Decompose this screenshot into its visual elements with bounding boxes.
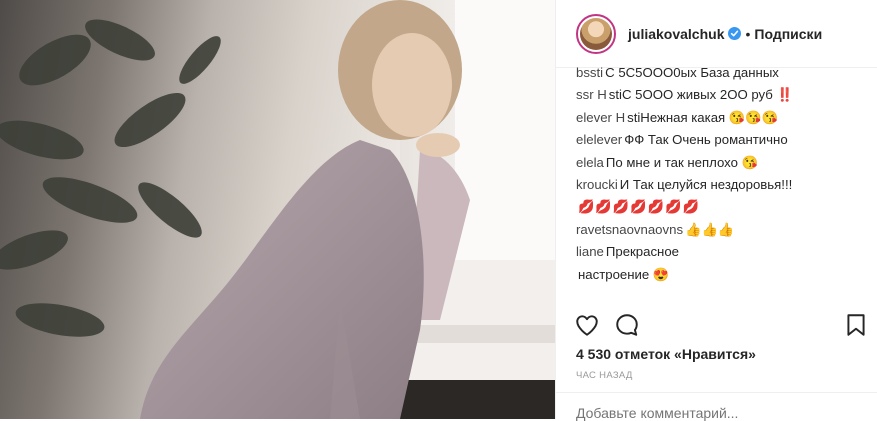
comment-username[interactable]: elever Н xyxy=(576,110,625,125)
comment-text: stiНежная какая 😘😘😘 xyxy=(627,109,779,125)
comment-item: elelever ФФ Так Очень романтично xyxy=(576,129,866,151)
comment-item: elever НstiНежная какая 😘😘😘 xyxy=(576,107,866,129)
comment-username[interactable]: kroucki xyxy=(576,177,618,192)
comment-item: ravetsnaovnaovns 👍👍👍 xyxy=(576,219,866,241)
header-separator: • xyxy=(745,25,751,42)
comment-item: ssr НstiС 5ООО живых 2ОО руб ‼️ xyxy=(576,84,866,106)
comment-text: ФФ Так Очень романтично xyxy=(624,132,788,148)
comment-text: 💋💋💋💋💋💋💋 xyxy=(578,199,700,215)
comment-icon[interactable] xyxy=(614,312,640,343)
following-button[interactable]: Подписки xyxy=(754,26,822,42)
comment-text: И Так целуйся нездоровья!!! xyxy=(619,177,793,193)
comment-text: 👍👍👍 xyxy=(685,221,735,237)
comment-text: Прекрасное xyxy=(605,244,680,260)
post-header: juliakovalchuk • Подписки xyxy=(556,0,877,68)
heart-icon[interactable] xyxy=(574,312,600,343)
post-timestamp[interactable]: ЧАС НАЗАД xyxy=(576,370,633,381)
comment-username[interactable]: bssti xyxy=(576,65,603,80)
post-sidebar: juliakovalchuk • Подписки bssti С 5С5ООО0… xyxy=(555,0,877,421)
avatar-image xyxy=(580,17,612,50)
post-photo[interactable] xyxy=(0,0,555,419)
comment-text: С 5С5ООО0ых База данных xyxy=(605,65,779,80)
comment-text: По мне и так неплохо 😘 xyxy=(605,154,759,170)
bookmark-icon[interactable] xyxy=(844,312,868,343)
comment-item: kroucki И Так целуйся нездоровья!!! xyxy=(576,174,866,196)
divider xyxy=(556,392,877,393)
avatar[interactable] xyxy=(576,13,616,54)
comment-username[interactable]: ssr Н xyxy=(576,87,607,102)
comments-list[interactable]: bssti С 5С5ООО0ых База данных ssr НstiС 5… xyxy=(576,62,866,300)
photo-illustration xyxy=(0,0,555,419)
comment-item: elela По мне и так неплохо 😘 xyxy=(576,152,866,174)
comment-item: 💋💋💋💋💋💋💋 xyxy=(576,196,866,218)
comment-item: liane Прекрасное xyxy=(576,241,866,263)
comment-username[interactable]: elela xyxy=(576,155,604,170)
comment-username[interactable]: elelever xyxy=(576,132,622,147)
comment-item: bssti С 5С5ООО0ых База данных xyxy=(576,62,866,84)
username-link[interactable]: juliakovalchuk xyxy=(628,26,724,42)
comment-username[interactable]: liane xyxy=(576,244,604,259)
action-bar xyxy=(576,312,866,342)
comment-item: настроение 😍 xyxy=(576,264,866,286)
comment-text: настроение 😍 xyxy=(578,266,670,282)
verified-badge-icon xyxy=(728,27,742,40)
comment-username[interactable]: ravetsnaovnaovns xyxy=(576,222,683,237)
instagram-post: juliakovalchuk • Подписки bssti С 5С5ООО0… xyxy=(0,0,877,421)
likes-count[interactable]: 4 530 отметок «Нравится» xyxy=(576,346,756,362)
comment-text: stiС 5ООО живых 2ОО руб ‼️ xyxy=(608,87,793,103)
